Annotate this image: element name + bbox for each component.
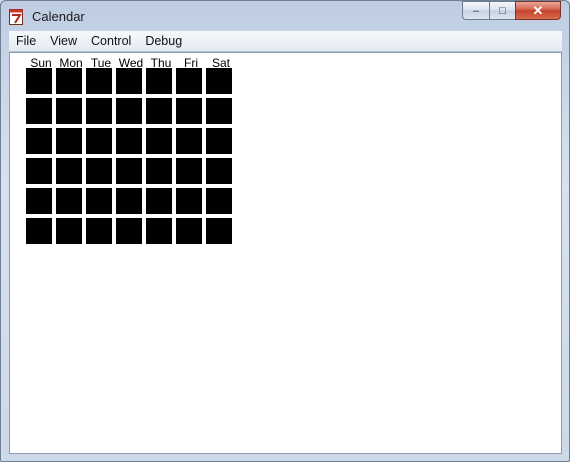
menu-view[interactable]: View [43,34,84,48]
day-cell[interactable] [146,188,172,214]
day-cell[interactable] [26,128,52,154]
day-cell[interactable] [86,128,112,154]
day-cell[interactable] [116,218,142,244]
day-cell[interactable] [116,158,142,184]
day-cell[interactable] [26,98,52,124]
day-cell[interactable] [56,68,82,94]
day-cell[interactable] [86,188,112,214]
day-cell[interactable] [116,68,142,94]
day-cell[interactable] [206,188,232,214]
menu-file[interactable]: File [9,34,43,48]
day-cell[interactable] [56,218,82,244]
maximize-button[interactable]: □ [489,1,515,20]
minimize-button[interactable]: – [462,1,489,20]
day-cell[interactable] [206,128,232,154]
menu-bar: File View Control Debug [9,31,562,52]
day-cell[interactable] [86,158,112,184]
close-icon: ✕ [532,2,544,18]
day-cell[interactable] [146,98,172,124]
window-title: Calendar [32,9,85,24]
app-window: Calendar – □ ✕ File View Control Debug S… [0,0,570,462]
close-button[interactable]: ✕ [515,1,561,20]
day-cell[interactable] [26,158,52,184]
day-cell[interactable] [176,98,202,124]
day-cell[interactable] [146,218,172,244]
day-cell[interactable] [56,158,82,184]
title-bar[interactable]: Calendar – □ ✕ [1,1,569,31]
day-cell[interactable] [146,128,172,154]
day-cell[interactable] [26,188,52,214]
day-cell[interactable] [176,158,202,184]
day-cell[interactable] [176,68,202,94]
minimize-icon: – [472,4,480,17]
day-cell[interactable] [56,128,82,154]
day-cell[interactable] [146,68,172,94]
menu-debug[interactable]: Debug [138,34,189,48]
day-cell[interactable] [116,128,142,154]
day-cell[interactable] [146,158,172,184]
day-cell[interactable] [86,98,112,124]
day-cell[interactable] [176,218,202,244]
day-cell[interactable] [176,128,202,154]
day-cell[interactable] [206,68,232,94]
day-cell[interactable] [116,188,142,214]
day-cell[interactable] [176,188,202,214]
day-cell[interactable] [86,68,112,94]
calendar-app-icon [9,9,23,25]
day-cell[interactable] [56,188,82,214]
calendar-area: Sun Mon Tue Wed Thu Fri Sat [9,52,562,454]
day-cell[interactable] [56,98,82,124]
menu-control[interactable]: Control [84,34,138,48]
day-cell[interactable] [206,98,232,124]
day-cell[interactable] [206,218,232,244]
day-cell[interactable] [86,218,112,244]
day-cell[interactable] [116,98,142,124]
day-cell[interactable] [26,218,52,244]
day-grid [26,68,232,244]
day-cell[interactable] [206,158,232,184]
day-cell[interactable] [26,68,52,94]
maximize-icon: □ [499,4,506,17]
